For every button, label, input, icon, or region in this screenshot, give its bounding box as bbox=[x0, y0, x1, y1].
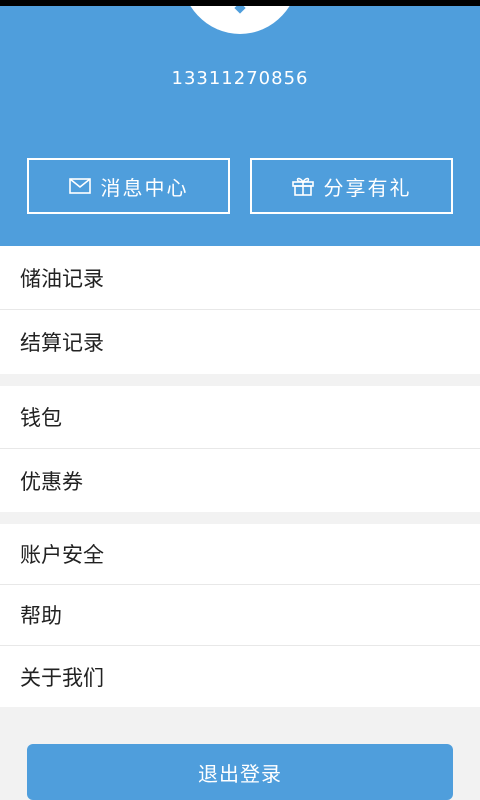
share-gift-label: 分享有礼 bbox=[323, 175, 412, 200]
logout-label: 退出登录 bbox=[198, 761, 282, 786]
menu-item-wallet[interactable]: 钱包 bbox=[0, 386, 480, 449]
menu-item-label: 钱包 bbox=[20, 406, 62, 430]
share-gift-button[interactable]: 分享有礼 bbox=[250, 158, 453, 214]
mail-icon bbox=[68, 178, 91, 194]
menu-group-records: 储油记录 结算记录 bbox=[0, 246, 480, 374]
menu-item-settlement-records[interactable]: 结算记录 bbox=[0, 310, 480, 374]
menu-item-help[interactable]: 帮助 bbox=[0, 585, 480, 646]
menu-item-label: 储油记录 bbox=[20, 266, 104, 291]
menu-item-label: 账户安全 bbox=[20, 543, 104, 567]
phone-number: 13311270856 bbox=[171, 68, 309, 89]
menu-item-account-security[interactable]: 账户安全 bbox=[0, 524, 480, 585]
menu-item-label: 帮助 bbox=[20, 604, 62, 628]
menu-item-label: 结算记录 bbox=[20, 331, 104, 355]
menu-item-about-us[interactable]: 关于我们 bbox=[0, 646, 480, 707]
profile-header: 13311270856 消息中心 分享有礼 bbox=[0, 6, 480, 246]
menu-item-coupons[interactable]: 优惠券 bbox=[0, 449, 480, 512]
logout-button[interactable]: 退出登录 bbox=[27, 744, 453, 800]
message-center-label: 消息中心 bbox=[100, 175, 189, 200]
menu-group-finance: 钱包 优惠券 bbox=[0, 386, 480, 512]
menu-item-fuel-records[interactable]: 储油记录 bbox=[0, 246, 480, 310]
message-center-button[interactable]: 消息中心 bbox=[27, 158, 230, 214]
menu-item-label: 优惠券 bbox=[20, 469, 83, 494]
menu-item-label: 关于我们 bbox=[20, 665, 104, 690]
menu-group-account: 账户安全 帮助 关于我们 bbox=[0, 524, 480, 707]
gift-icon bbox=[291, 177, 314, 196]
